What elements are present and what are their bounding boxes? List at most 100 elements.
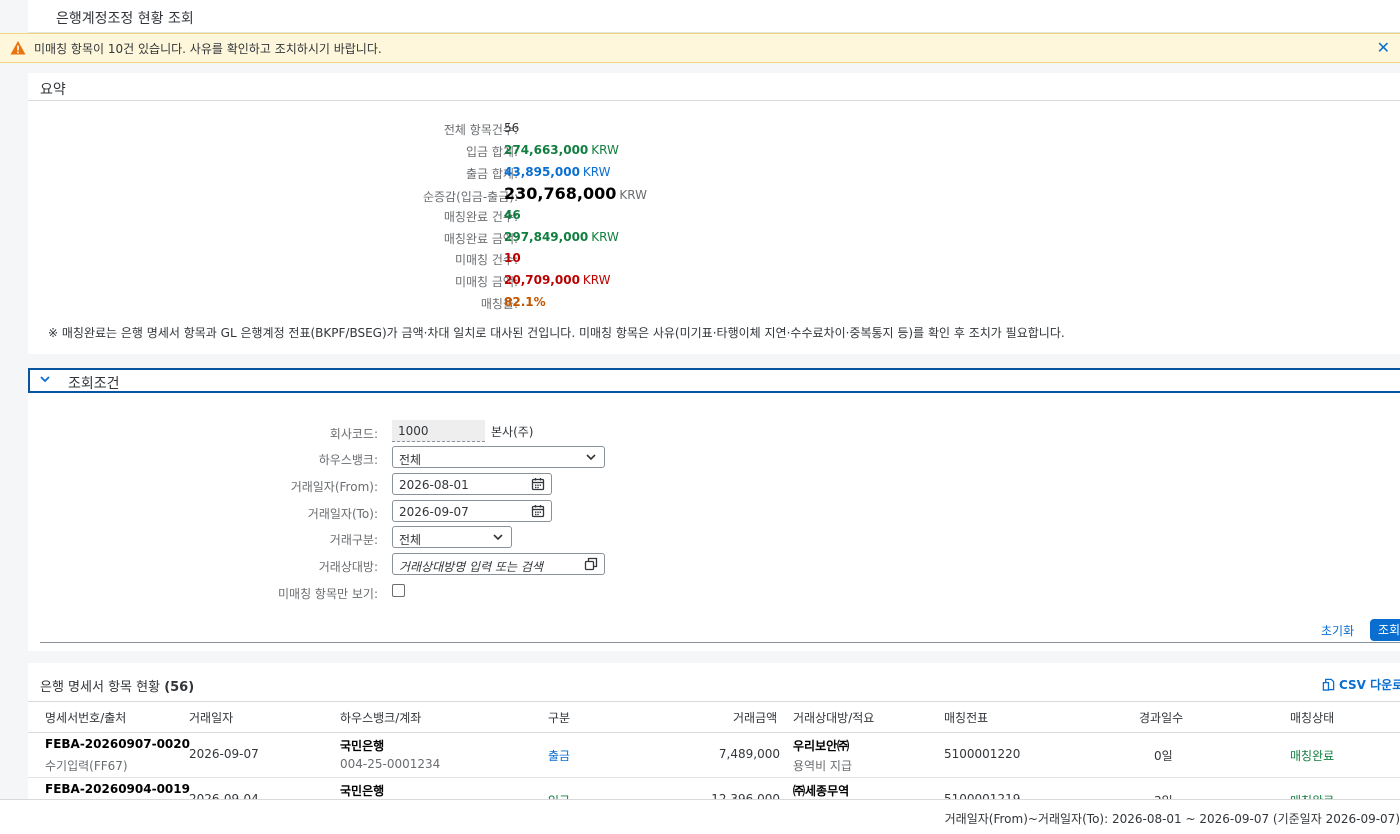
col-type[interactable]: 구분 xyxy=(548,709,570,726)
out-total-unit: KRW xyxy=(582,165,611,179)
summary-row-unmatched-amount: 미매칭 금액: 20,709,000 KRW xyxy=(28,271,1400,291)
row-amount: 7,489,000 xyxy=(718,747,780,761)
filter-header[interactable]: 조회조건 xyxy=(28,368,1400,393)
company-code-label: 회사코드: xyxy=(329,427,378,441)
row-doc-number: FEBA-20260904-0019 xyxy=(45,782,190,796)
matched-count-value: 46 xyxy=(504,208,521,222)
calendar-icon[interactable] xyxy=(531,477,545,491)
page-header: 은행계정조정 현황 조회 xyxy=(28,0,1400,33)
txn-type-value: 전체 xyxy=(399,533,422,547)
summary-note: ※ 매칭완료는 은행 명세서 항목과 GL 은행계정 전표(BKPF/BSEG)… xyxy=(48,326,1065,340)
unmatched-amount-unit: KRW xyxy=(582,273,611,287)
row-date: 2026-09-07 xyxy=(189,747,259,761)
in-total-unit: KRW xyxy=(591,143,619,157)
matched-amount-value: 297,849,000 xyxy=(504,230,589,244)
col-date[interactable]: 거래일자 xyxy=(189,709,233,726)
net-unit: KRW xyxy=(619,188,647,202)
row-type: 출금 xyxy=(548,749,571,763)
summary-title: 요약 xyxy=(40,82,66,98)
summary-row-unmatched-count: 미매칭 건수: 10 xyxy=(28,249,1400,269)
warning-icon xyxy=(10,41,26,55)
col-status[interactable]: 매칭상태 xyxy=(1290,709,1334,726)
partner-label: 거래상대방: xyxy=(318,560,378,574)
reset-button[interactable]: 초기화 xyxy=(1321,622,1354,639)
housebank-select[interactable]: 전체 xyxy=(392,446,605,468)
close-icon[interactable]: ✕ xyxy=(1377,38,1390,57)
chevron-down-icon xyxy=(493,534,503,541)
table-header: 명세서번호/출처 거래일자 하우스뱅크/계좌 구분 거래금액 거래상대방/적요 … xyxy=(28,701,1400,733)
calendar-icon[interactable] xyxy=(531,504,545,518)
col-doc[interactable]: 명세서번호/출처 xyxy=(45,709,126,726)
txn-type-row: 거래구분: 전체 xyxy=(28,526,1400,550)
csv-icon xyxy=(1322,678,1335,691)
row-status: 매칭완료 xyxy=(1290,749,1335,763)
net-value: 230,768,000 xyxy=(504,184,617,203)
value-help-icon[interactable] xyxy=(584,557,598,571)
col-days[interactable]: 경과일수 xyxy=(1139,709,1183,726)
matched-amount-value-group: 297,849,000 KRW xyxy=(504,230,619,244)
summary-row-in-total: 입금 합계: 274,663,000 KRW xyxy=(28,141,1400,161)
row-source: 수기입력(FF67) xyxy=(45,759,128,773)
row-bank: 국민은행 xyxy=(340,739,385,753)
date-from-label: 거래일자(From): xyxy=(290,480,378,494)
page-title: 은행계정조정 현황 조회 xyxy=(56,11,194,27)
filter-panel: 조회조건 회사코드: 1000 본사(주) 하우스뱅크: 전체 거래일자(Fro… xyxy=(28,368,1400,651)
table-title-group: 은행 명세서 항목 현황 (56) xyxy=(40,676,194,695)
csv-download-button[interactable]: CSV 다운로드 xyxy=(1322,676,1400,693)
unmatched-only-label: 미매칭 항목만 보기: xyxy=(278,587,378,601)
status-text: 거래일자(From)~거래일자(To): 2026-08-01 ~ 2026-0… xyxy=(944,812,1400,826)
search-button[interactable]: 조회 xyxy=(1370,619,1400,641)
unmatched-only-checkbox[interactable] xyxy=(392,584,405,597)
date-to-input[interactable]: 2026-09-07 xyxy=(392,500,552,522)
company-code-desc: 본사(주) xyxy=(491,425,534,439)
table-row[interactable]: FEBA-20260907-0020 수기입력(FF67) 2026-09-07… xyxy=(28,732,1400,778)
csv-download-label: CSV 다운로드 xyxy=(1339,678,1400,692)
warning-message-strip: 미매칭 항목이 10건 있습니다. 사유를 확인하고 조치하시기 바랍니다. ✕ xyxy=(0,33,1400,63)
txn-type-select[interactable]: 전체 xyxy=(392,526,512,548)
chevron-down-icon[interactable] xyxy=(39,373,51,388)
summary-row-matched-count: 매칭완료 건수: 46 xyxy=(28,206,1400,226)
partner-row: 거래상대방: 거래상대방명 입력 또는 검색 xyxy=(28,553,1400,577)
matched-amount-unit: KRW xyxy=(591,230,619,244)
summary-row-net: 순증감(입금-출금): 230,768,000 KRW xyxy=(28,184,1400,208)
out-total-value: 43,895,000 xyxy=(504,165,580,179)
col-amount[interactable]: 거래금액 xyxy=(733,709,777,726)
col-partner[interactable]: 거래상대방/적요 xyxy=(793,709,874,726)
company-code-row: 회사코드: 1000 본사(주) xyxy=(28,420,1400,444)
date-from-row: 거래일자(From): 2026-08-01 xyxy=(28,473,1400,497)
date-from-value: 2026-08-01 xyxy=(399,478,469,492)
total-count-value: 56 xyxy=(504,121,520,135)
row-doc-number: FEBA-20260907-0020 xyxy=(45,737,190,751)
chevron-down-icon xyxy=(586,454,596,461)
net-value-group: 230,768,000 KRW xyxy=(504,184,647,203)
txn-type-label: 거래구분: xyxy=(329,533,378,547)
in-total-value-group: 274,663,000 KRW xyxy=(504,143,619,157)
row-partner: ㈜세종무역 xyxy=(793,784,850,798)
unmatched-count-value: 10 xyxy=(504,251,521,265)
date-from-input[interactable]: 2026-08-01 xyxy=(392,473,552,495)
housebank-label: 하우스뱅크: xyxy=(318,453,378,467)
row-bank: 국민은행 xyxy=(340,784,385,798)
table-title: 은행 명세서 항목 현황 xyxy=(40,680,161,695)
in-total-value: 274,663,000 xyxy=(504,143,589,157)
filter-divider xyxy=(40,642,1400,643)
date-to-label: 거래일자(To): xyxy=(307,507,378,521)
date-to-value: 2026-09-07 xyxy=(399,505,469,519)
row-partner: 우리보안㈜ xyxy=(793,739,850,753)
company-code-field: 1000 xyxy=(392,420,485,442)
unmatched-only-row: 미매칭 항목만 보기: xyxy=(28,580,1400,604)
partner-input[interactable]: 거래상대방명 입력 또는 검색 xyxy=(392,553,605,575)
row-voucher[interactable]: 5100001220 xyxy=(944,747,1020,761)
summary-row-out-total: 출금 합계: 43,895,000 KRW xyxy=(28,163,1400,183)
col-bank[interactable]: 하우스뱅크/계좌 xyxy=(340,709,421,726)
table-count: (56) xyxy=(164,680,195,695)
partner-placeholder: 거래상대방명 입력 또는 검색 xyxy=(399,560,543,574)
summary-header: 요약 xyxy=(28,73,1400,101)
date-to-row: 거래일자(To): 2026-09-07 xyxy=(28,500,1400,524)
row-account: 004-25-0001234 xyxy=(340,757,441,771)
col-voucher[interactable]: 매칭전표 xyxy=(944,709,988,726)
out-total-value-group: 43,895,000 KRW xyxy=(504,165,611,179)
status-bar: 거래일자(From)~거래일자(To): 2026-08-01 ~ 2026-0… xyxy=(0,799,1400,834)
housebank-row: 하우스뱅크: 전체 xyxy=(28,446,1400,470)
row-memo: 용역비 지급 xyxy=(793,759,853,773)
